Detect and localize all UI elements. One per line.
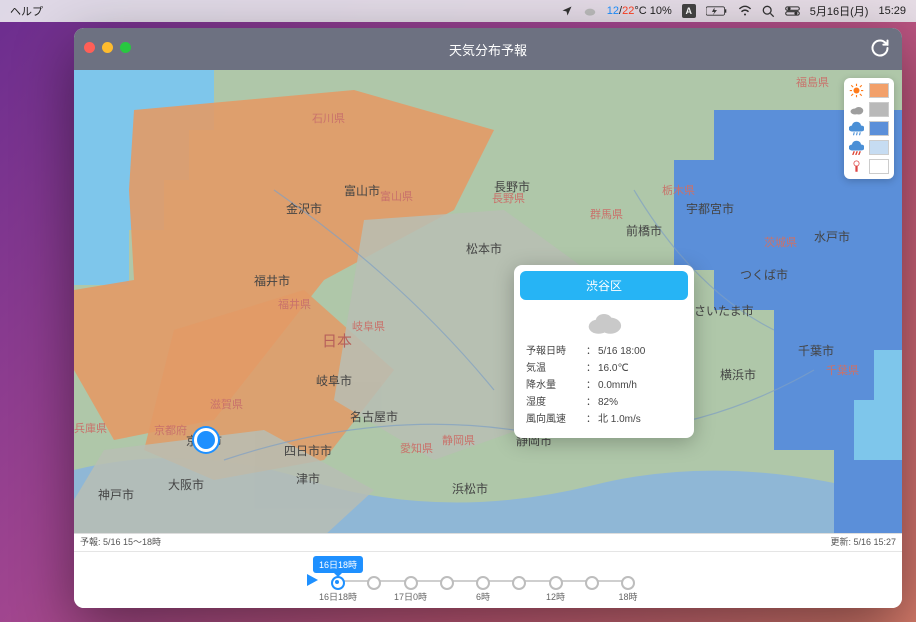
timeline-tick[interactable] [331,576,345,590]
timeline-tick[interactable] [512,576,526,590]
timeline-tick[interactable] [621,576,635,590]
cloudy-icon [849,102,864,117]
timeline-label: 6時 [476,590,490,603]
timeline-label: 16日18時 [319,590,357,603]
popup-value: 16.0℃ [598,360,682,377]
popup-value: 5/16 18:00 [598,343,682,360]
sunny-icon [849,83,864,98]
status-right: 更新: 5/16 15:27 [830,535,896,551]
snow-icon [849,159,864,174]
weather-icon [583,5,597,17]
menubar-temp: 12/22°C 10% [607,5,672,17]
timeline-label: 12時 [546,590,565,603]
macos-menu-bar: ヘルプ 12/22°C 10% A 5月16日(月) 15:29 [0,0,916,22]
legend-row-snow [849,159,889,174]
minimize-button[interactable] [102,42,113,53]
forecast-popup[interactable]: 渋谷区 予報日時：5/16 18:00気温：16.0℃降水量：0.0mm/h湿度… [514,265,694,438]
legend-row-sunny [849,83,889,98]
refresh-button[interactable] [870,38,890,63]
heavy-rain-icon [849,140,864,155]
timeline-tick[interactable] [440,576,454,590]
legend-swatch [869,159,889,174]
popup-table: 予報日時：5/16 18:00気温：16.0℃降水量：0.0mm/h湿度：82%… [514,343,694,438]
timeline-tick[interactable] [367,576,381,590]
location-pin[interactable] [194,428,218,452]
popup-value: 0.0mm/h [598,377,682,394]
popup-key: 予報日時 [526,343,586,360]
wifi-icon[interactable] [738,5,752,17]
legend-swatch [869,102,889,117]
popup-value: 82% [598,394,682,411]
map-area[interactable]: 日本 福島県 石川県 富山県 長野県 群馬県 栃木県 茨城県 福井県 岐阜県 愛… [74,70,902,536]
window-controls [84,42,131,53]
legend-swatch [869,121,889,136]
input-source-icon[interactable]: A [682,4,696,18]
cloudy-icon [514,306,694,343]
menubar-date[interactable]: 5月16日(月) [810,3,869,19]
zoom-button[interactable] [120,42,131,53]
legend-row-heavy-rain [849,140,889,155]
popup-value: 北 1.0m/s [598,411,682,428]
popup-key: 降水量 [526,377,586,394]
popup-key: 湿度 [526,394,586,411]
menu-help[interactable]: ヘルプ [10,3,43,19]
play-button[interactable] [304,572,320,593]
timeline-tick[interactable] [585,576,599,590]
app-window: 天気分布予報 [74,28,902,608]
timeline-label: 17日0時 [394,590,427,603]
popup-key: 気温 [526,360,586,377]
timeline-label: 18時 [618,590,637,603]
titlebar: 天気分布予報 [74,28,902,70]
timeline-tick[interactable] [549,576,563,590]
status-left: 予報: 5/16 15～18時 [80,535,161,551]
search-icon[interactable] [762,5,775,18]
timeline-track[interactable] [338,580,628,582]
timeline-tick[interactable] [404,576,418,590]
legend-row-rain [849,121,889,136]
window-title: 天気分布予報 [74,40,902,59]
menubar-time[interactable]: 15:29 [878,5,906,17]
close-button[interactable] [84,42,95,53]
location-icon [561,5,573,17]
battery-icon [706,5,728,17]
popup-key: 風向風速 [526,411,586,428]
timeline-tick[interactable] [476,576,490,590]
rain-icon [849,121,864,136]
timeline: 16日18時 16日18時 17日0時 6時 12時 18時 [74,551,902,608]
timeline-bubble: 16日18時 [313,556,363,573]
status-bar: 予報: 5/16 15～18時 更新: 5/16 15:27 [74,533,902,552]
legend [844,78,894,179]
popup-place: 渋谷区 [520,271,688,300]
legend-swatch [869,83,889,98]
control-center-icon[interactable] [785,5,800,17]
legend-swatch [869,140,889,155]
legend-row-cloudy [849,102,889,117]
